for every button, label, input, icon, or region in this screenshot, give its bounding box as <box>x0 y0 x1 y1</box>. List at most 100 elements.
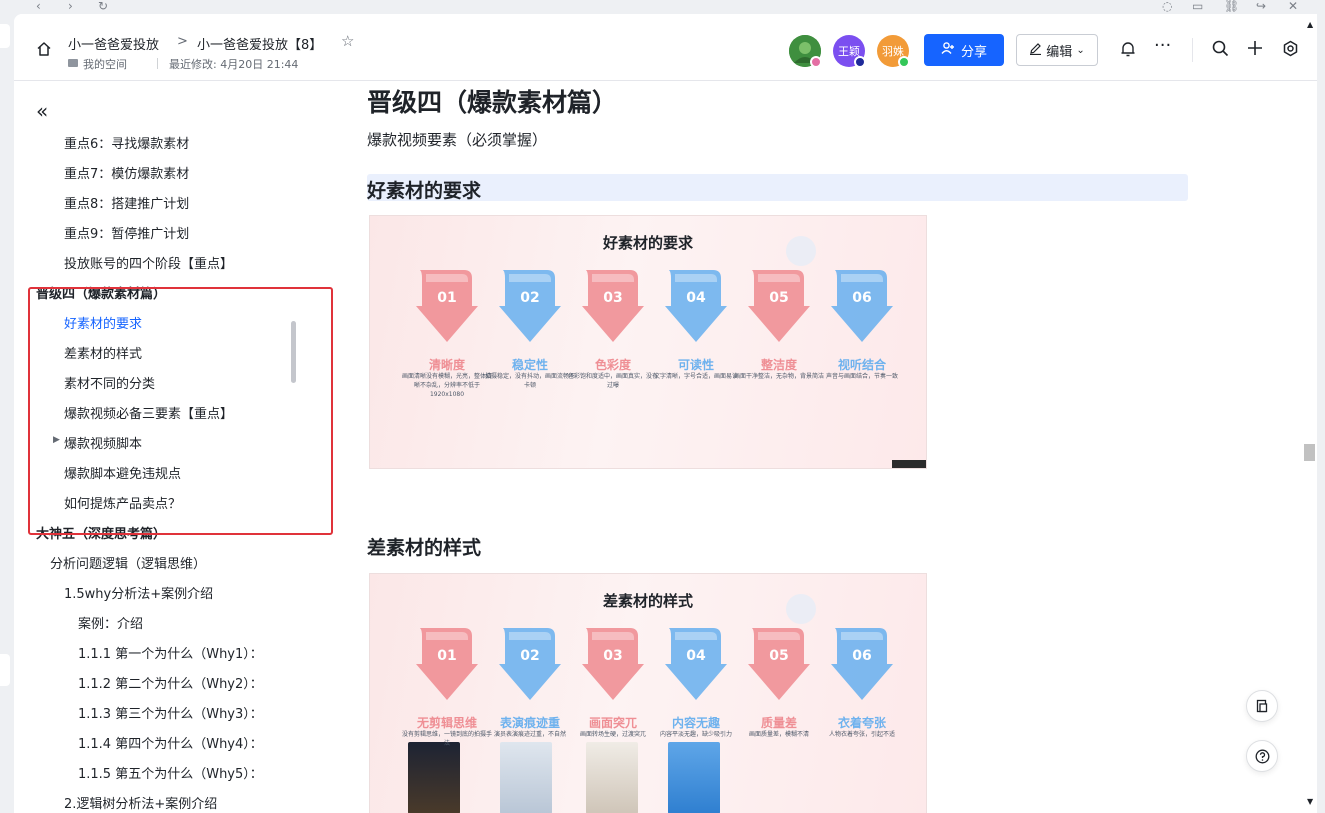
avatar[interactable] <box>789 35 822 68</box>
gear-icon[interactable] <box>1282 40 1299 62</box>
browser-toolbar: ‹ › ↻ ◌ ▭ ⛓ ↪ ✕ <box>0 0 1325 14</box>
toc-item[interactable]: 投放账号的四个阶段【重点】 <box>64 253 233 272</box>
window-icon[interactable]: ▭ <box>1192 0 1203 12</box>
toc-item[interactable]: 1.1.2 第二个为什么（Why2）： <box>78 673 263 692</box>
edit-button[interactable]: 编辑 ⌄ <box>1016 34 1098 66</box>
slide-item: 01 清晰度 画面清晰没有模糊，光亮，整体清晰不杂乱，分辨率不低于1920x1080 <box>402 268 492 468</box>
toc-item[interactable]: 1.1.1 第一个为什么（Why1）： <box>78 643 263 662</box>
slide-item-desc: 画面质量差，模糊不清 <box>748 731 809 738</box>
slide-item-number: 06 <box>852 648 872 664</box>
doc-app: 小一爸爸爱投放 > 小一爸爸爱投放【8】 ☆ 我的空间 最近修改: 4月20日 … <box>14 14 1317 813</box>
toc-item[interactable]: 重点7：模仿爆款素材 <box>64 163 189 182</box>
right-window-edge <box>1317 14 1325 813</box>
slide-item: 04 内容无趣 内容平淡无趣，缺少吸引力 <box>657 626 735 813</box>
more-icon[interactable]: ··· <box>1154 36 1171 56</box>
doc-content: 晋级四（爆款素材篇） 爆款视频要素（必须掌握） 好素材的要求 好素材的要求 01… <box>354 81 1317 813</box>
highlight-box <box>28 287 333 535</box>
slide-image[interactable]: 差素材的样式 01 无剪辑思维 没有剪辑思维，一镜到底的拍摄手法 02 表演痕迹重 演员表… <box>369 573 927 813</box>
left-edge-tab[interactable] <box>0 654 10 686</box>
status-dot <box>854 56 866 68</box>
left-edge-tab[interactable] <box>0 24 10 48</box>
space-link[interactable]: 我的空间 <box>83 56 127 72</box>
toc-item[interactable]: 重点8：搭建推广计划 <box>64 193 189 212</box>
slide-item-label: 衣着夸张 <box>837 716 886 730</box>
toc-item[interactable]: 1.1.4 第四个为什么（Why4）： <box>78 733 263 752</box>
toc-item[interactable]: 1.5why分析法+案例介绍 <box>64 583 213 602</box>
doc-title[interactable]: 小一爸爸爱投放【8】 <box>197 34 322 53</box>
slide-item-label: 稳定性 <box>511 358 548 372</box>
bell-icon[interactable] <box>1120 40 1136 63</box>
slide-item: 05 整洁度 画面干净整洁，无杂物，背景简洁 <box>734 268 824 468</box>
header-divider <box>1192 38 1193 62</box>
slide-item-label: 色彩度 <box>594 358 631 372</box>
pencil-icon <box>1029 42 1042 59</box>
slide-item: 05 质量差 画面质量差，模糊不清 <box>740 626 818 813</box>
slide-item-number: 01 <box>437 648 457 664</box>
doc-heading-2: 差素材的样式 <box>367 537 482 559</box>
toc-item[interactable]: 2.逻辑树分析法+案例介绍 <box>64 793 217 812</box>
slide-item-number: 06 <box>852 290 872 306</box>
breadcrumb-separator: > <box>177 34 188 49</box>
comment-icon[interactable]: ◌ <box>1162 0 1172 12</box>
slide-item-label: 可读性 <box>677 358 714 372</box>
share-button[interactable]: 分享 <box>924 34 1004 66</box>
toc-item[interactable]: 重点6：寻找爆款素材 <box>64 133 189 152</box>
slide-item-desc: 人物衣着夸张，引起不适 <box>828 731 895 738</box>
slide-item: 06 衣着夸张 人物衣着夸张，引起不适 <box>823 626 901 813</box>
plus-icon[interactable] <box>1247 40 1263 61</box>
slide-item-desc: 拍摄稳定，没有抖动，画面流畅不卡顿 <box>485 373 576 389</box>
forward-share-icon[interactable]: ↪ <box>1256 0 1266 12</box>
chevron-down-icon: ⌄ <box>1076 44 1085 56</box>
slide-item-desc: 画面清晰没有模糊，光亮，整体清晰不杂乱，分辨率不低于1920x1080 <box>402 373 493 398</box>
home-icon[interactable] <box>36 41 52 61</box>
avatar[interactable]: 王颖 <box>833 35 866 68</box>
avatar[interactable]: 羽姝 <box>877 35 910 68</box>
slide-item-label: 清晰度 <box>428 358 465 372</box>
toc-item[interactable]: 分析问题逻辑（逻辑思维） <box>50 553 206 572</box>
slide-item-label: 视听结合 <box>837 358 886 372</box>
document-icon <box>1256 699 1268 713</box>
breadcrumb-parent[interactable]: 小一爸爸爱投放 <box>68 34 159 53</box>
slide-item-desc: 演员表演痕迹过重，不自然 <box>493 731 566 738</box>
slide-item-desc: 没有剪辑思维，一镜到底的拍摄手法 <box>402 731 493 747</box>
slide-item-desc: 画面转场生硬，过渡突兀 <box>579 731 646 738</box>
doc-outline-button[interactable] <box>1246 690 1278 722</box>
slide-item: 06 视听结合 声音与画面结合，节奏一致 <box>823 268 901 468</box>
slide-item-number: 05 <box>769 290 789 306</box>
slide-item-desc: 色彩饱和度适中，画面真实，没有过曝 <box>568 373 659 389</box>
sidebar-scrollbar[interactable] <box>291 321 296 383</box>
toc-item[interactable]: 重点9：暂停推广计划 <box>64 223 189 242</box>
slide-image[interactable]: 好素材的要求 01 清晰度 画面清晰没有模糊，光亮，整体清晰不杂乱，分辨率不低于19… <box>369 215 927 469</box>
edit-label: 编辑 <box>1046 44 1073 60</box>
slide-title: 好素材的要求 <box>602 234 693 252</box>
refresh-icon[interactable]: ↻ <box>98 0 108 12</box>
help-button[interactable] <box>1246 740 1278 772</box>
back-icon[interactable]: ‹ <box>36 0 41 12</box>
slide-item-desc: 文字清晰，字号合适，画面易读 <box>653 373 738 380</box>
scroll-up-arrow[interactable]: ▲ <box>1307 20 1313 29</box>
toc-item[interactable]: 案例：介绍 <box>78 613 143 632</box>
slide-item: 02 表演痕迹重 演员表演痕迹过重，不自然 <box>491 626 569 813</box>
collapse-sidebar-icon[interactable]: « <box>36 101 48 121</box>
slide-title: 差素材的样式 <box>602 592 693 610</box>
search-icon[interactable] <box>1212 40 1229 62</box>
slide-item-desc: 内容平淡无趣，缺少吸引力 <box>659 731 732 738</box>
doc-paragraph: 爆款视频要素（必须掌握） <box>367 131 548 149</box>
toc-item[interactable]: 1.1.5 第五个为什么（Why5）： <box>78 763 263 782</box>
slide-item-desc: 画面干净整洁，无杂物，背景简洁 <box>734 373 825 380</box>
forward-icon[interactable]: › <box>68 0 73 12</box>
help-icon <box>1255 749 1269 763</box>
status-dot <box>810 56 822 68</box>
close-icon[interactable]: ✕ <box>1288 0 1298 12</box>
slide-item-number: 02 <box>520 290 540 306</box>
link-icon[interactable]: ⛓ <box>1224 0 1239 12</box>
doc-heading-1: 晋级四（爆款素材篇） <box>367 88 618 117</box>
slide-item-number: 01 <box>437 290 457 306</box>
star-icon[interactable]: ☆ <box>341 32 354 50</box>
slide-item-number: 03 <box>603 648 623 664</box>
slide-item-number: 04 <box>686 648 706 664</box>
page-scrollbar[interactable] <box>1304 444 1315 461</box>
toc-item[interactable]: 1.1.3 第三个为什么（Why3）： <box>78 703 263 722</box>
scroll-down-arrow[interactable]: ▼ <box>1307 797 1313 806</box>
meta-divider <box>157 58 158 69</box>
